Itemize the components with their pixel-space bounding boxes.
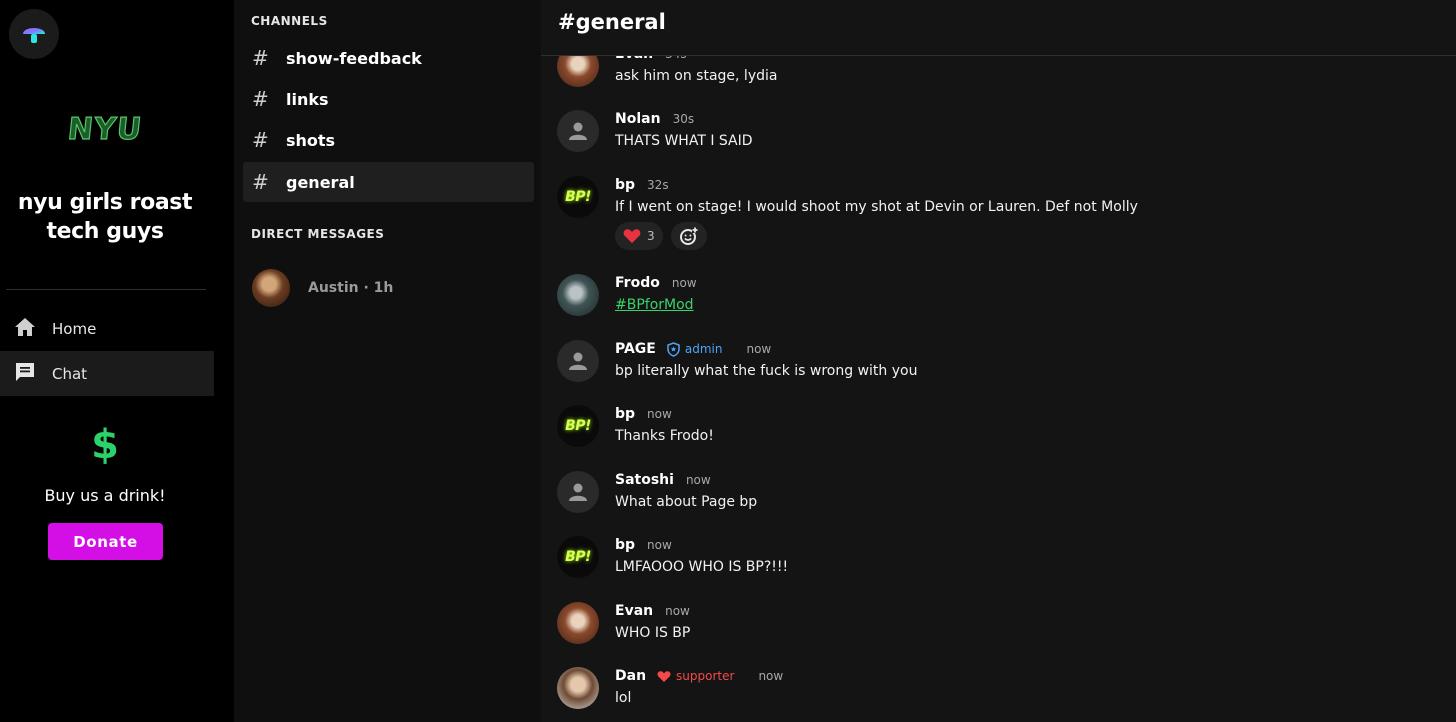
message-text: THATS WHAT I SAID xyxy=(615,133,753,149)
tip-prompt: Buy us a drink! xyxy=(44,486,166,505)
bp-avatar-text: BP! xyxy=(565,189,591,205)
message-text: lol xyxy=(615,690,632,706)
role-label: admin xyxy=(684,342,723,356)
hashtag-link[interactable]: #BPforMod xyxy=(615,297,694,313)
chat-header: #general xyxy=(541,0,1456,56)
message-author[interactable]: Dan xyxy=(615,668,646,684)
message-author[interactable]: bp xyxy=(615,537,635,553)
donate-button[interactable]: Donate xyxy=(48,523,163,560)
add-reaction-button[interactable] xyxy=(671,222,707,250)
avatar[interactable] xyxy=(557,667,599,709)
avatar[interactable]: BP! xyxy=(557,176,599,218)
supporter-badge: supporter xyxy=(657,669,734,683)
mushroom-logo-icon[interactable] xyxy=(9,9,59,59)
home-icon xyxy=(14,317,36,341)
channel-item-general[interactable]: # general xyxy=(243,162,534,202)
avatar xyxy=(252,269,290,307)
admin-badge: admin xyxy=(667,341,723,357)
message-text: WHO IS BP xyxy=(615,625,691,641)
avatar[interactable] xyxy=(557,110,599,152)
channel-name: show-feedback xyxy=(286,48,422,68)
default-user-icon xyxy=(569,352,587,370)
message-time: 30s xyxy=(672,112,695,126)
message-author[interactable]: bp xyxy=(615,406,635,422)
community-name: nyu girls roast tech guys xyxy=(17,190,193,244)
add-emoji-icon xyxy=(680,227,698,245)
shield-icon xyxy=(667,341,680,357)
default-user-icon xyxy=(569,122,587,140)
message-text: LMFAOOO WHO IS BP?!!! xyxy=(615,559,789,575)
direct-messages-heading: DIRECT MESSAGES xyxy=(251,227,385,241)
message-author[interactable]: Evan xyxy=(615,603,653,619)
message-time: now xyxy=(647,538,672,552)
channel-panel: CHANNELS # show-feedback # links # shots… xyxy=(234,0,541,722)
nav-item-home[interactable]: Home xyxy=(0,306,214,351)
nav-label-chat: Chat xyxy=(52,364,88,383)
bp-avatar-text: BP! xyxy=(565,549,591,565)
dm-item-austin[interactable]: Austin · 1h xyxy=(252,268,532,308)
message-time: now xyxy=(665,604,690,618)
message-time: now xyxy=(647,407,672,421)
avatar[interactable] xyxy=(557,340,599,382)
nav-item-chat[interactable]: Chat xyxy=(0,351,214,396)
avatar[interactable]: BP! xyxy=(557,536,599,578)
channel-name: links xyxy=(286,89,329,109)
channel-item-show-feedback[interactable]: # show-feedback xyxy=(243,38,534,78)
channel-name: shots xyxy=(286,130,336,150)
message-time: now xyxy=(685,473,711,487)
message-author[interactable]: bp xyxy=(615,177,635,193)
avatar[interactable] xyxy=(557,471,599,513)
message-time: now xyxy=(758,669,784,683)
avatar[interactable]: BP! xyxy=(557,405,599,447)
reactions: 3 xyxy=(615,222,707,250)
heart-icon xyxy=(657,670,671,682)
channel-item-shots[interactable]: # shots xyxy=(243,120,534,160)
role-label: supporter xyxy=(676,669,735,683)
chat-area: #general Evan 34s ask him on stage, lydi… xyxy=(541,0,1456,722)
dollar-icon: $ xyxy=(91,422,119,468)
message-time: now xyxy=(671,276,697,290)
message-author[interactable]: Nolan xyxy=(615,111,661,127)
channel-name: general xyxy=(286,172,355,192)
community-logo: NYU xyxy=(65,111,144,147)
heart-icon xyxy=(623,229,641,243)
reaction-count: 3 xyxy=(647,229,655,243)
message-text: If I went on stage! I would shoot my sho… xyxy=(615,199,1138,215)
nav-label-home: Home xyxy=(52,319,97,338)
chat-icon xyxy=(14,361,36,387)
sidebar-divider xyxy=(6,289,206,290)
hash-icon: # xyxy=(252,170,269,194)
message-time: 32s xyxy=(647,178,669,192)
default-user-icon xyxy=(569,483,587,501)
message-author[interactable]: Frodo xyxy=(615,275,660,291)
hash-icon: # xyxy=(252,128,269,152)
message-author[interactable]: PAGE xyxy=(615,341,656,357)
avatar[interactable] xyxy=(557,274,599,316)
message-text: Thanks Frodo! xyxy=(615,428,714,444)
dm-label: Austin · 1h xyxy=(308,280,394,296)
channel-title: #general xyxy=(558,10,666,34)
hash-icon: # xyxy=(252,87,269,111)
message-time: now xyxy=(746,342,772,356)
avatar[interactable] xyxy=(557,602,599,644)
app-sidebar: NYU nyu girls roast tech guys Home Chat … xyxy=(0,0,234,722)
bp-avatar-text: BP! xyxy=(565,418,591,434)
hash-icon: # xyxy=(252,46,269,70)
message-text: What about Page bp xyxy=(615,494,758,510)
heart-reaction[interactable]: 3 xyxy=(615,222,663,250)
message-author[interactable]: Satoshi xyxy=(615,472,674,488)
channels-heading: CHANNELS xyxy=(251,14,328,28)
channel-item-links[interactable]: # links xyxy=(243,79,534,119)
message-text: ask him on stage, lydia xyxy=(615,68,778,84)
message-text: bp literally what the fuck is wrong with… xyxy=(615,363,918,379)
